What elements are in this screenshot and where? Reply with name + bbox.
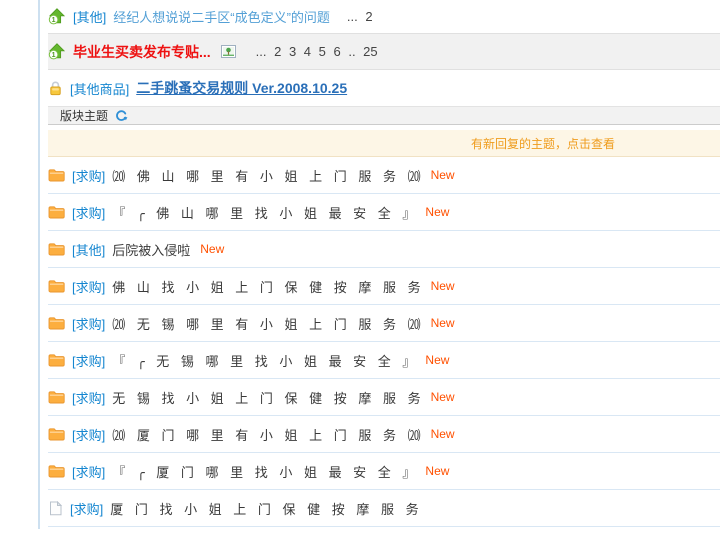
folder-new-icon [48,242,65,256]
thread-category-tag[interactable]: [求购] [70,499,103,518]
thread-title-link[interactable]: 佛 山 找 小 姐 上 门 保 健 按 摩 服 务 [112,277,420,296]
new-badge[interactable]: New [431,427,455,441]
thread-row: [求购] 『 ╭ 厦 门 哪 里 找 小 姐 最 安 全 』 New [48,453,720,490]
folder-read-icon [48,501,63,516]
sticky-up-arrow-icon: 1 [48,43,66,60]
folder-new-icon [48,168,65,182]
thread-title-link[interactable]: 经纪人想说说二手区“成色定义”的问题 [113,7,330,26]
thread-title-link[interactable]: 后院被入侵啦 [112,240,190,259]
thread-category-tag[interactable]: [求购] [72,425,105,444]
thread-category-tag[interactable]: [求购] [72,203,105,222]
sticky-up-arrow-icon: 1 [48,8,66,25]
thread-title-link[interactable]: 『 ╭ 厦 门 哪 里 找 小 姐 最 安 全 』 [112,462,415,481]
new-replies-notice-text[interactable]: 有新回复的主题，点击查看 [471,135,615,152]
thread-title-link[interactable]: 『 ╭ 佛 山 哪 里 找 小 姐 最 安 全 』 [112,203,415,222]
section-bar: 版块主题 [48,106,720,125]
new-badge[interactable]: New [425,464,449,478]
thread-title-link[interactable]: ⒇ 厦 门 哪 里 有 小 姐 上 门 服 务 ⒇ [112,425,420,444]
thread-rows-container: [求购] ⒇ 佛 山 哪 里 有 小 姐 上 门 服 务 ⒇ New [求购] … [40,157,720,527]
thread-title-link[interactable]: 毕业生买卖发布专贴... [73,42,211,62]
new-badge[interactable]: New [425,205,449,219]
image-attachment-icon [221,45,236,58]
thread-row: [求购] 无 锡 找 小 姐 上 门 保 健 按 摩 服 务 New [48,379,720,416]
thread-row: [求购] 厦 门 找 小 姐 上 门 保 健 按 摩 服 务 [48,490,720,527]
thread-row: [求购] ⒇ 无 锡 哪 里 有 小 姐 上 门 服 务 ⒇ New [48,305,720,342]
pagination-links[interactable]: ... 2 [347,9,373,24]
thread-category-tag[interactable]: [求购] [72,166,105,185]
sticky-thread-row: 1 [其他] 经纪人想说说二手区“成色定义”的问题 ... 2 [48,0,720,33]
forum-thread-list: 1 [其他] 经纪人想说说二手区“成色定义”的问题 ... 2 1 毕业生买卖发… [40,0,720,527]
folder-new-icon [48,279,65,293]
thread-category-tag[interactable]: [其他] [72,240,105,259]
new-badge[interactable]: New [200,242,224,256]
new-badge[interactable]: New [431,390,455,404]
thread-title-link[interactable]: 二手跳蚤交易规则 Ver.2008.10.25 [136,78,347,98]
new-badge[interactable]: New [431,316,455,330]
lock-icon [48,80,63,96]
folder-new-icon [48,205,65,219]
folder-new-icon [48,390,65,404]
refresh-icon[interactable] [114,109,128,123]
section-title: 版块主题 [60,107,108,124]
thread-title-link[interactable]: 厦 门 找 小 姐 上 门 保 健 按 摩 服 务 [110,499,418,518]
thread-title-link[interactable]: ⒇ 佛 山 哪 里 有 小 姐 上 门 服 务 ⒇ [112,166,420,185]
thread-title-link[interactable]: ⒇ 无 锡 哪 里 有 小 姐 上 门 服 务 ⒇ [112,314,420,333]
thread-row: [求购] ⒇ 厦 门 哪 里 有 小 姐 上 门 服 务 ⒇ New [48,416,720,453]
thread-title-link[interactable]: 无 锡 找 小 姐 上 门 保 健 按 摩 服 务 [112,388,420,407]
thread-category-tag[interactable]: [求购] [72,351,105,370]
folder-new-icon [48,464,65,478]
thread-category-tag[interactable]: [求购] [72,462,105,481]
thread-category-tag[interactable]: [求购] [72,314,105,333]
thread-row: [求购] 『 ╭ 无 锡 哪 里 找 小 姐 最 安 全 』 New [48,342,720,379]
new-replies-notice-bar[interactable]: 有新回复的主题，点击查看 [48,130,720,157]
thread-category-tag[interactable]: [求购] [72,388,105,407]
folder-new-icon [48,316,65,330]
folder-new-icon [48,427,65,441]
new-badge[interactable]: New [431,279,455,293]
thread-row: [求购] ⒇ 佛 山 哪 里 有 小 姐 上 门 服 务 ⒇ New [48,157,720,194]
thread-category-tag[interactable]: [求购] [72,277,105,296]
new-badge[interactable]: New [425,353,449,367]
sticky-thread-row: [其他商品] 二手跳蚤交易规则 Ver.2008.10.25 [48,70,720,106]
thread-title-link[interactable]: 『 ╭ 无 锡 哪 里 找 小 姐 最 安 全 』 [112,351,415,370]
sticky-thread-row: 1 毕业生买卖发布专贴... ... 2 3 4 5 6 .. 25 [48,33,720,70]
folder-new-icon [48,353,65,367]
sticky-rows-container: 1 [其他] 经纪人想说说二手区“成色定义”的问题 ... 2 1 毕业生买卖发… [40,0,720,106]
svg-text:1: 1 [52,52,56,59]
pagination-links[interactable]: ... 2 3 4 5 6 .. 25 [256,44,378,59]
thread-row: [求购] 佛 山 找 小 姐 上 门 保 健 按 摩 服 务 New [48,268,720,305]
thread-category-tag[interactable]: [其他商品] [70,79,129,98]
thread-category-tag[interactable]: [其他] [73,7,106,26]
svg-text:1: 1 [52,17,56,24]
thread-row: [求购] 『 ╭ 佛 山 哪 里 找 小 姐 最 安 全 』 New [48,194,720,231]
new-badge[interactable]: New [431,168,455,182]
thread-row: [其他] 后院被入侵啦 New [48,231,720,268]
